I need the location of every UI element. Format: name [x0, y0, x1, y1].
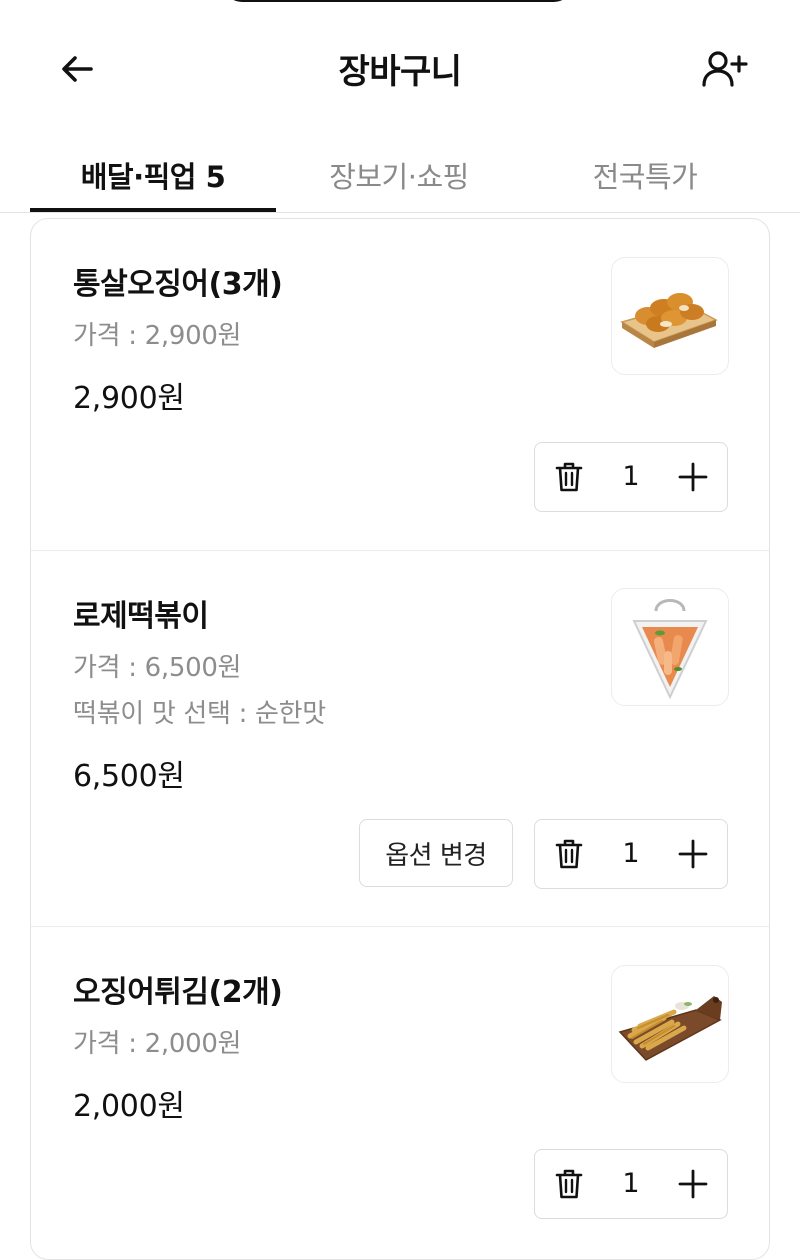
- increase-quantity-button[interactable]: [673, 834, 713, 874]
- cart-item: 통살오징어(3개) 가격 : 2,900원 2,900원 1: [31, 219, 769, 550]
- trash-icon: [555, 839, 583, 869]
- item-thumbnail[interactable]: [611, 965, 729, 1083]
- quantity-stepper: 1: [534, 442, 728, 512]
- tteokbokki-image: [632, 599, 708, 700]
- item-thumbnail[interactable]: [611, 588, 729, 706]
- cart-card: 통살오징어(3개) 가격 : 2,900원 2,900원 1 로제떡볶이 가격 …: [30, 218, 770, 1260]
- app-header: 장바구니: [0, 0, 800, 130]
- quantity-value: 1: [622, 461, 640, 492]
- delete-item-button[interactable]: [549, 834, 589, 874]
- tab-nationwide-deals[interactable]: 전국특가: [522, 140, 768, 210]
- tab-label: 배달·픽업 5: [80, 160, 226, 194]
- category-tabs: 배달·픽업 5 장보기·쇼핑 전국특가: [0, 140, 800, 213]
- item-total-price: 2,900원: [73, 381, 185, 416]
- page-title: 장바구니: [338, 52, 462, 92]
- item-unit-price: 가격 : 2,000원: [73, 1029, 242, 1059]
- tab-delivery-pickup[interactable]: 배달·픽업 5: [30, 140, 276, 212]
- tab-grocery-shopping[interactable]: 장보기·쇼핑: [276, 140, 522, 210]
- increase-quantity-button[interactable]: [673, 457, 713, 497]
- tab-label: 전국특가: [592, 160, 698, 194]
- trash-icon: [555, 1169, 583, 1199]
- item-name: 로제떡볶이: [73, 599, 209, 634]
- cart-item: 로제떡볶이 가격 : 6,500원 떡볶이 맛 선택 : 순한맛 6,500원 …: [31, 550, 769, 927]
- item-thumbnail[interactable]: [611, 257, 729, 375]
- delete-item-button[interactable]: [549, 1164, 589, 1204]
- trash-icon: [555, 462, 583, 492]
- fried-squid-image: [620, 293, 718, 348]
- item-name: 통살오징어(3개): [73, 267, 283, 302]
- quantity-stepper: 1: [534, 819, 728, 889]
- quantity-value: 1: [622, 1168, 640, 1199]
- increase-quantity-button[interactable]: [673, 1164, 713, 1204]
- quantity-value: 1: [622, 838, 640, 869]
- item-total-price: 2,000원: [73, 1089, 185, 1124]
- squid-tempura-image: [618, 996, 722, 1061]
- delete-item-button[interactable]: [549, 457, 589, 497]
- tab-label: 장보기·쇼핑: [329, 160, 469, 194]
- item-unit-price: 가격 : 2,900원: [73, 321, 242, 351]
- item-total-price: 6,500원: [73, 759, 185, 794]
- change-option-button[interactable]: 옵션 변경: [359, 819, 513, 887]
- invite-user-button[interactable]: [700, 46, 750, 92]
- plus-icon: [678, 839, 708, 869]
- quantity-stepper: 1: [534, 1149, 728, 1219]
- user-plus-icon: [702, 51, 748, 87]
- item-unit-price: 가격 : 6,500원: [73, 653, 242, 683]
- plus-icon: [678, 462, 708, 492]
- plus-icon: [678, 1169, 708, 1199]
- item-option: 떡볶이 맛 선택 : 순한맛: [73, 699, 326, 729]
- cart-item: 오징어튀김(2개) 가격 : 2,000원 2,000원 1: [31, 926, 769, 1259]
- item-name: 오징어튀김(2개): [73, 975, 283, 1010]
